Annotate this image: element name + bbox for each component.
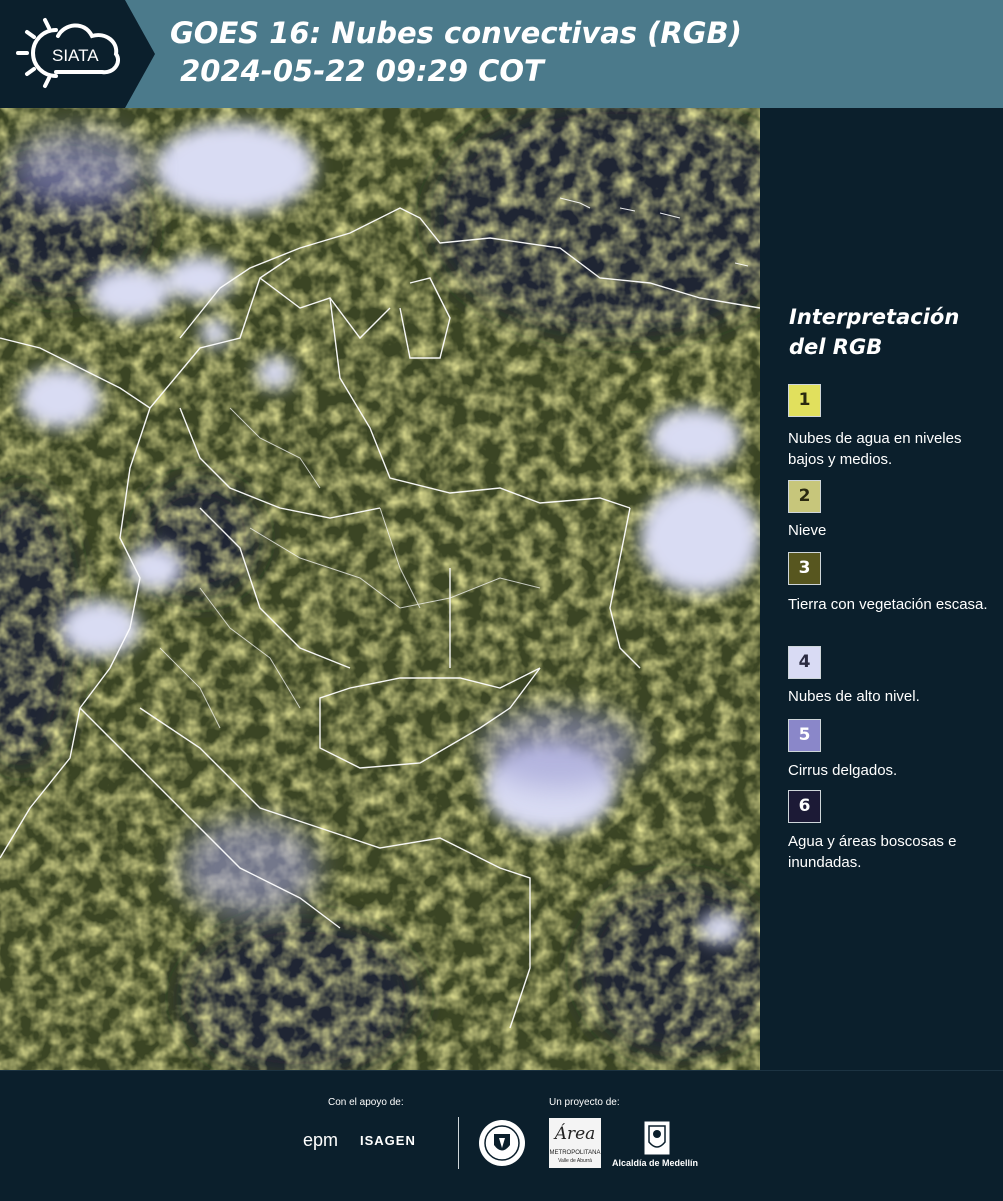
page-title: GOES 16: Nubes convectivas (RGB) 2024-05…	[170, 16, 742, 88]
amva-sub-text: METROPOLITANA	[549, 1150, 601, 1156]
project-label: Un proyecto de:	[549, 1097, 620, 1108]
legend-number: 1	[798, 390, 811, 410]
legend-number: 6	[798, 796, 811, 816]
legend-label-6: Agua y áreas boscosas e inundadas.	[788, 833, 957, 871]
siata-logo[interactable]: SIATA	[0, 0, 155, 108]
satellite-image[interactable]	[0, 108, 760, 1070]
legend-label-5: Cirrus delgados.	[788, 762, 898, 779]
epm-logo[interactable]: epm	[303, 1130, 338, 1151]
legend-label-1: Nubes de agua en niveles bajos y medios.	[788, 430, 962, 468]
legend-swatch-3: 3	[788, 552, 821, 585]
legend-panel	[760, 108, 1003, 1070]
alcaldia-label[interactable]: Alcaldía de Medellín	[612, 1158, 698, 1168]
amva-main-text: Área	[554, 1124, 596, 1144]
satellite-rgb-map	[0, 108, 760, 1070]
legend-swatch-4: 4	[788, 646, 821, 679]
legend-number: 4	[798, 652, 811, 672]
area-metropolitana-logo[interactable]: Área METROPOLITANA Valle de Aburrá	[549, 1118, 601, 1168]
legend-number: 3	[798, 558, 811, 578]
legend-title: Interpretación del RGB	[789, 305, 960, 359]
legend-swatch-6: 6	[788, 790, 821, 823]
legend-number: 5	[798, 725, 811, 745]
legend-swatch-5: 5	[788, 719, 821, 752]
legend-label-3: Tierra con vegetación escasa.	[788, 596, 988, 613]
isagen-logo[interactable]: ISAGEN	[360, 1133, 416, 1148]
amva-sub-text-2: Valle de Aburrá	[558, 1158, 592, 1164]
medellin-seal-icon[interactable]	[477, 1118, 527, 1168]
alcaldia-shield-icon[interactable]	[643, 1120, 671, 1156]
legend-label-4: Nubes de alto nivel.	[788, 688, 920, 705]
legend-swatch-1: 1	[788, 384, 821, 417]
legend-number: 2	[798, 486, 811, 506]
logo-text: SIATA	[52, 46, 99, 65]
legend-label-2: Nieve	[788, 522, 827, 539]
support-label: Con el apoyo de:	[328, 1097, 404, 1108]
footer-divider	[458, 1117, 459, 1169]
siata-logo-icon: SIATA	[0, 0, 155, 108]
legend-swatch-2: 2	[788, 480, 821, 513]
